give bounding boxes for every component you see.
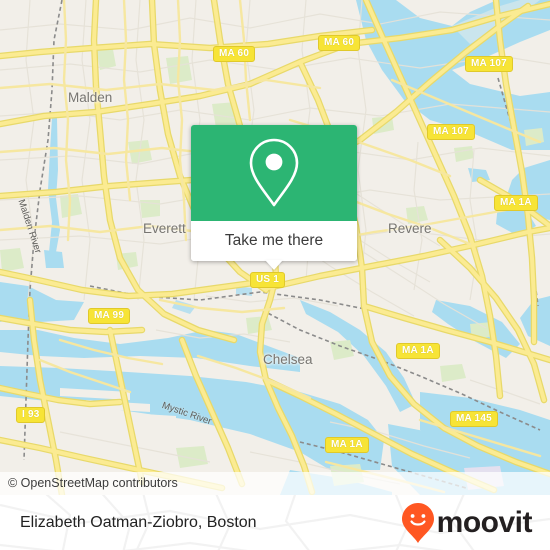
osm-attribution[interactable]: © OpenStreetMap contributors [0,472,550,495]
highway-shield-ma-60-b[interactable]: MA 60 [318,35,361,51]
highway-shield-ma-107-a[interactable]: MA 107 [465,56,513,72]
place-label-everett: Everett [143,221,186,236]
place-label-chelsea: Chelsea [263,352,313,367]
highway-shield-ma-99[interactable]: MA 99 [88,308,131,324]
map-pin-icon [249,138,299,207]
moovit-logo[interactable]: moovit [401,495,533,550]
highway-shield-i-93[interactable]: I 93 [16,407,46,423]
highway-shield-ma-107-b[interactable]: MA 107 [427,124,475,140]
highway-shield-ma-60-a[interactable]: MA 60 [213,46,256,62]
highway-shield-ma-1a-b[interactable]: MA 1A [396,343,440,359]
place-label-revere: Revere [388,221,432,236]
popup-header [191,125,357,221]
moovit-wordmark: moovit [436,505,533,539]
location-title: Elizabeth Oatman-Ziobro, Boston [20,514,257,531]
map-canvas[interactable]: Malden Everett Revere Chelsea Malden Riv… [0,0,550,495]
location-popup-card[interactable]: Take me there [191,125,357,270]
place-label-malden: Malden [68,90,113,105]
highway-shield-ma-145[interactable]: MA 145 [450,411,498,427]
moovit-pin-icon [401,502,434,543]
highway-shield-ma-1a-a[interactable]: MA 1A [494,195,538,211]
take-me-there-label: Take me there [224,232,324,249]
popup-footer[interactable]: Take me there [191,221,357,261]
popup-tail-pointer [265,260,283,270]
highway-shield-ma-1a-c[interactable]: MA 1A [325,437,369,453]
map-page: Malden Everett Revere Chelsea Malden Riv… [0,0,550,550]
page-footer: Elizabeth Oatman-Ziobro, Boston moovit [0,495,550,550]
highway-shield-us-1[interactable]: US 1 [250,272,286,288]
